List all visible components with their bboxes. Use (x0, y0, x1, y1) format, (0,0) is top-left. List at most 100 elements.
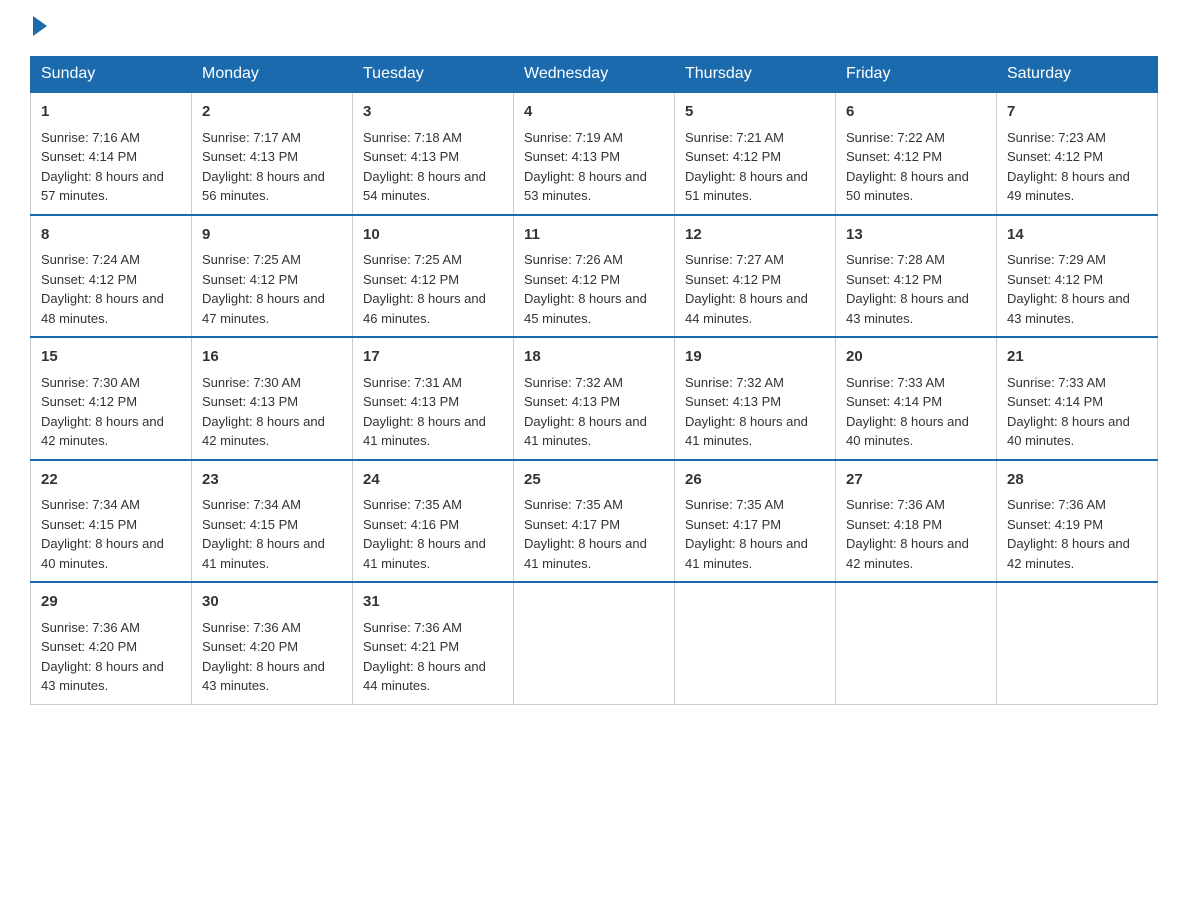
day-number: 11 (524, 224, 664, 247)
calendar-cell: 31Sunrise: 7:36 AMSunset: 4:21 PMDayligh… (353, 582, 514, 704)
calendar-cell: 11 Sunrise: 7:26 AM Sunset: 4:12 PM Dayligh… (514, 215, 675, 338)
sunrise-info: Sunrise: 7:31 AM (363, 375, 462, 390)
day-number: 5 (685, 101, 825, 124)
sunset-info: Sunset: 4:13 PM (685, 394, 781, 409)
sunset-info: Sunset: 4:13 PM (524, 394, 620, 409)
sunrise-info: Sunrise: 7:35 AM (685, 497, 784, 512)
calendar-header-thursday: Thursday (675, 57, 836, 93)
logo-arrow-icon (33, 16, 47, 36)
day-number: 7 (1007, 101, 1147, 124)
sunrise-info: Sunrise: 7:17 AM (202, 130, 301, 145)
calendar-cell: 26Sunrise: 7:35 AMSunset: 4:17 PMDayligh… (675, 460, 836, 583)
sunrise-info: Sunrise: 7:32 AM (524, 375, 623, 390)
day-number: 18 (524, 346, 664, 369)
sunset-info: Sunset: 4:12 PM (202, 272, 298, 287)
calendar-cell: 10 Sunrise: 7:25 AM Sunset: 4:12 PM Dayligh… (353, 215, 514, 338)
calendar-cell: 14Sunrise: 7:29 AMSunset: 4:12 PMDayligh… (997, 215, 1158, 338)
daylight-info: Daylight: 8 hours and 57 minutes. (41, 169, 164, 204)
day-number: 17 (363, 346, 503, 369)
calendar-header-wednesday: Wednesday (514, 57, 675, 93)
sunset-info: Sunset: 4:14 PM (1007, 394, 1103, 409)
daylight-info: Daylight: 8 hours and 42 minutes. (202, 414, 325, 449)
sunrise-info: Sunrise: 7:16 AM (41, 130, 140, 145)
calendar-cell: 21Sunrise: 7:33 AMSunset: 4:14 PMDayligh… (997, 337, 1158, 460)
daylight-info: Daylight: 8 hours and 42 minutes. (41, 414, 164, 449)
daylight-info: Daylight: 8 hours and 40 minutes. (846, 414, 969, 449)
calendar-cell (997, 582, 1158, 704)
day-number: 26 (685, 469, 825, 492)
sunset-info: Sunset: 4:12 PM (363, 272, 459, 287)
sunset-info: Sunset: 4:13 PM (363, 394, 459, 409)
calendar-cell: 12Sunrise: 7:27 AMSunset: 4:12 PMDayligh… (675, 215, 836, 338)
sunset-info: Sunset: 4:20 PM (41, 639, 137, 654)
calendar-cell: 5Sunrise: 7:21 AMSunset: 4:12 PMDaylight… (675, 92, 836, 215)
day-number: 20 (846, 346, 986, 369)
day-number: 2 (202, 101, 342, 124)
calendar-cell: 19Sunrise: 7:32 AMSunset: 4:13 PMDayligh… (675, 337, 836, 460)
calendar-cell: 16Sunrise: 7:30 AMSunset: 4:13 PMDayligh… (192, 337, 353, 460)
calendar-cell: 17Sunrise: 7:31 AMSunset: 4:13 PMDayligh… (353, 337, 514, 460)
calendar-cell: 28Sunrise: 7:36 AMSunset: 4:19 PMDayligh… (997, 460, 1158, 583)
sunset-info: Sunset: 4:13 PM (202, 149, 298, 164)
daylight-info: Daylight: 8 hours and 45 minutes. (524, 291, 647, 326)
calendar-cell: 7Sunrise: 7:23 AMSunset: 4:12 PMDaylight… (997, 92, 1158, 215)
daylight-info: Daylight: 8 hours and 43 minutes. (41, 659, 164, 694)
daylight-info: Daylight: 8 hours and 44 minutes. (363, 659, 486, 694)
day-number: 24 (363, 469, 503, 492)
daylight-info: Daylight: 8 hours and 44 minutes. (685, 291, 808, 326)
day-number: 14 (1007, 224, 1147, 247)
sunrise-info: Sunrise: 7:35 AM (363, 497, 462, 512)
daylight-info: Daylight: 8 hours and 46 minutes. (363, 291, 486, 326)
day-number: 30 (202, 591, 342, 614)
day-number: 3 (363, 101, 503, 124)
sunrise-info: Sunrise: 7:36 AM (363, 620, 462, 635)
sunset-info: Sunset: 4:12 PM (524, 272, 620, 287)
calendar-cell: 22Sunrise: 7:34 AMSunset: 4:15 PMDayligh… (31, 460, 192, 583)
sunset-info: Sunset: 4:21 PM (363, 639, 459, 654)
calendar-cell: 18Sunrise: 7:32 AMSunset: 4:13 PMDayligh… (514, 337, 675, 460)
day-number: 23 (202, 469, 342, 492)
calendar-cell: 25Sunrise: 7:35 AMSunset: 4:17 PMDayligh… (514, 460, 675, 583)
daylight-info: Daylight: 8 hours and 42 minutes. (846, 536, 969, 571)
calendar-cell: 1Sunrise: 7:16 AMSunset: 4:14 PMDaylight… (31, 92, 192, 215)
page-header (30, 20, 1158, 36)
sunrise-info: Sunrise: 7:26 AM (524, 252, 623, 267)
sunrise-info: Sunrise: 7:22 AM (846, 130, 945, 145)
day-number: 6 (846, 101, 986, 124)
daylight-info: Daylight: 8 hours and 41 minutes. (685, 414, 808, 449)
daylight-info: Daylight: 8 hours and 47 minutes. (202, 291, 325, 326)
calendar-cell: 30Sunrise: 7:36 AMSunset: 4:20 PMDayligh… (192, 582, 353, 704)
calendar-cell: 13Sunrise: 7:28 AMSunset: 4:12 PMDayligh… (836, 215, 997, 338)
sunset-info: Sunset: 4:12 PM (846, 272, 942, 287)
sunrise-info: Sunrise: 7:25 AM (363, 252, 462, 267)
sunset-info: Sunset: 4:13 PM (524, 149, 620, 164)
sunset-info: Sunset: 4:12 PM (41, 272, 137, 287)
day-number: 12 (685, 224, 825, 247)
calendar-header-sunday: Sunday (31, 57, 192, 93)
sunset-info: Sunset: 4:15 PM (41, 517, 137, 532)
sunrise-info: Sunrise: 7:21 AM (685, 130, 784, 145)
day-number: 27 (846, 469, 986, 492)
day-number: 10 (363, 224, 503, 247)
day-number: 4 (524, 101, 664, 124)
sunset-info: Sunset: 4:16 PM (363, 517, 459, 532)
sunset-info: Sunset: 4:14 PM (41, 149, 137, 164)
sunset-info: Sunset: 4:15 PM (202, 517, 298, 532)
logo (30, 20, 47, 36)
sunrise-info: Sunrise: 7:29 AM (1007, 252, 1106, 267)
sunrise-info: Sunrise: 7:25 AM (202, 252, 301, 267)
daylight-info: Daylight: 8 hours and 40 minutes. (41, 536, 164, 571)
calendar-cell (675, 582, 836, 704)
daylight-info: Daylight: 8 hours and 43 minutes. (1007, 291, 1130, 326)
daylight-info: Daylight: 8 hours and 43 minutes. (846, 291, 969, 326)
daylight-info: Daylight: 8 hours and 41 minutes. (524, 536, 647, 571)
sunrise-info: Sunrise: 7:36 AM (202, 620, 301, 635)
sunrise-info: Sunrise: 7:33 AM (846, 375, 945, 390)
sunset-info: Sunset: 4:12 PM (41, 394, 137, 409)
calendar-cell: 2Sunrise: 7:17 AMSunset: 4:13 PMDaylight… (192, 92, 353, 215)
day-number: 29 (41, 591, 181, 614)
sunset-info: Sunset: 4:18 PM (846, 517, 942, 532)
daylight-info: Daylight: 8 hours and 50 minutes. (846, 169, 969, 204)
calendar-cell: 8Sunrise: 7:24 AMSunset: 4:12 PMDaylight… (31, 215, 192, 338)
sunrise-info: Sunrise: 7:34 AM (41, 497, 140, 512)
